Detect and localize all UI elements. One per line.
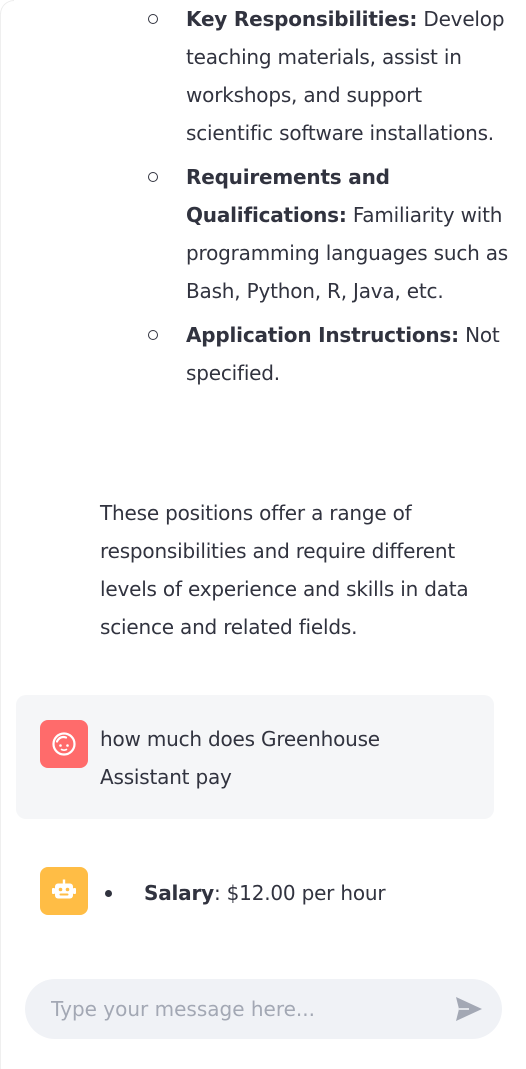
user-message-text: how much does Greenhouse Assistant pay — [100, 727, 380, 789]
list-item: Application Instructions: Not specified. — [140, 316, 512, 392]
send-icon — [456, 997, 482, 1021]
item-label: Salary — [144, 881, 214, 905]
chat-input-bar — [25, 979, 502, 1039]
robot-icon — [52, 879, 76, 899]
circle-bullet-icon — [148, 330, 158, 340]
job-details-list: Key Responsibilities: Develop teaching m… — [140, 0, 512, 392]
user-avatar — [40, 720, 88, 768]
list-item: Salary: $12.00 per hour — [100, 874, 386, 912]
dot-bullet-icon — [105, 890, 112, 897]
face-icon — [52, 732, 76, 756]
list-item: Requirements and Qualifications: Familia… — [140, 158, 512, 310]
chat-page: Key Responsibilities: Develop teaching m… — [0, 0, 526, 1069]
container-corner — [0, 0, 14, 14]
summary-paragraph: These positions offer a range of respons… — [100, 501, 469, 639]
circle-bullet-icon — [148, 14, 158, 24]
item-text: : $12.00 per hour — [213, 881, 386, 905]
message-input[interactable] — [25, 979, 445, 1039]
send-button[interactable] — [453, 994, 485, 1024]
circle-bullet-icon — [148, 172, 158, 182]
assistant-message: Salary: $12.00 per hour — [100, 874, 386, 912]
item-label: Key Responsibilities: — [186, 7, 418, 31]
container-border — [0, 14, 1, 1069]
assistant-avatar — [40, 867, 88, 915]
user-message: how much does Greenhouse Assistant pay — [16, 695, 494, 819]
list-item: Key Responsibilities: Develop teaching m… — [140, 0, 512, 152]
item-label: Application Instructions: — [186, 323, 459, 347]
